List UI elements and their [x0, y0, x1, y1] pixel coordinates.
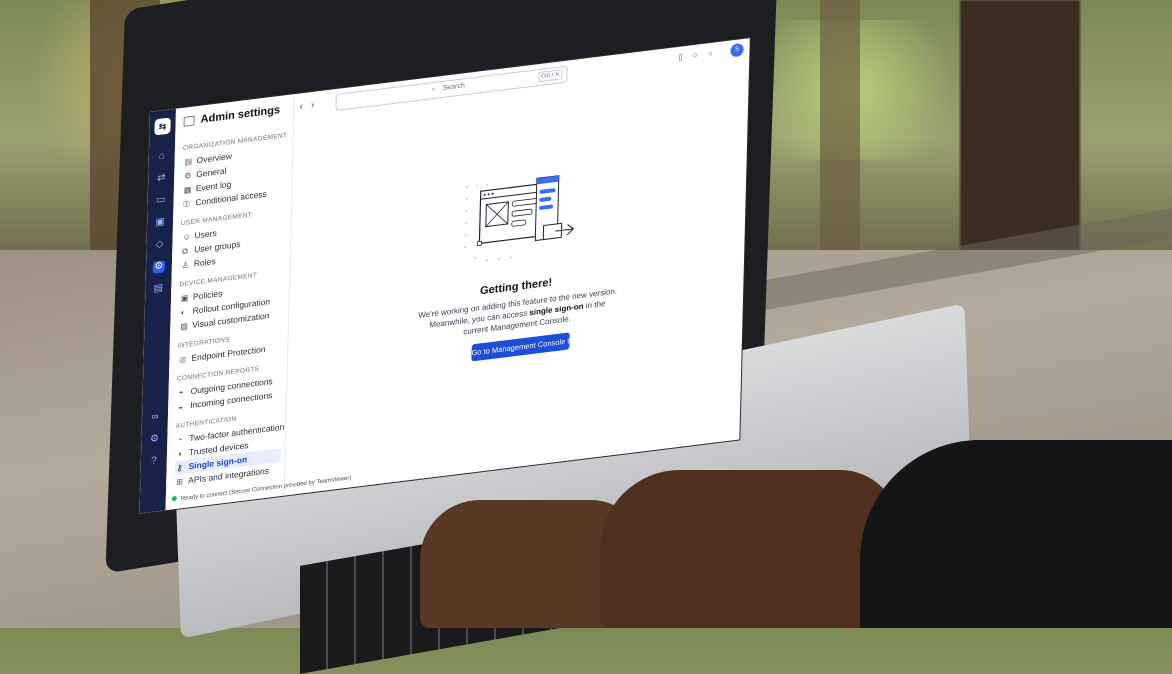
tree-trunk [960, 0, 1080, 250]
forward-arrow-icon[interactable]: › [311, 99, 323, 111]
back-arrow-icon[interactable]: ‹ [299, 100, 311, 112]
admin-sidebar: Admin settings ORGANIZATION MANAGEMENT ▤… [165, 94, 351, 511]
home-icon[interactable]: ⌂ [156, 150, 168, 164]
tag-icon[interactable]: ◇ [153, 238, 165, 252]
roles-icon: ♙ [181, 260, 190, 271]
avatar[interactable]: S [730, 42, 744, 58]
sidebar-toggle-icon[interactable] [183, 115, 195, 127]
document-icon[interactable]: ▯ [678, 51, 693, 62]
api-icon: ⊞ [176, 477, 184, 487]
sleeve [860, 440, 1172, 628]
teamviewer-logo-icon[interactable]: ⇆ [154, 117, 171, 136]
search-shortcut: Ctrl + K [537, 69, 563, 83]
devices-icon[interactable]: ▭ [154, 194, 166, 208]
laptop-screen: ⇆ ⌂ ⇄ ▭ ▣ ◇ ⚙ ▤ ∞ ⚙ ? Admin settings ORG… [139, 38, 750, 514]
incoming-icon: ◒ [178, 402, 184, 412]
admin-nav: ORGANIZATION MANAGEMENT ▤ Overview ⚙ Gener… [174, 123, 289, 489]
tree-trunk [820, 0, 860, 260]
status-dot-icon [171, 495, 177, 502]
main-content: Getting there! We're working on adding t… [283, 64, 749, 496]
reports-icon[interactable]: ▤ [152, 282, 164, 296]
right-hand [600, 470, 900, 628]
settings-icon[interactable]: ⚙ [148, 433, 160, 447]
integrations-icon[interactable]: ∞ [149, 411, 161, 425]
go-to-management-console-button[interactable]: Go to Management Console ⧉ [471, 332, 573, 362]
top-icons: ▯○♁ [678, 47, 723, 62]
getting-there-illustration [464, 175, 575, 262]
palette-icon: ▨ [180, 321, 188, 332]
connect-icon[interactable]: ⇄ [155, 172, 167, 186]
external-link-icon: ⧉ [567, 335, 573, 346]
help-icon[interactable]: ? [148, 455, 160, 469]
page-title: Admin settings [183, 104, 280, 128]
search-icon: ⌕ [431, 85, 436, 94]
access-icon: ⚿ [183, 199, 190, 209]
chat-icon[interactable]: ○ [693, 49, 708, 60]
bell-icon[interactable]: ♁ [707, 47, 723, 58]
history-nav: ‹› [299, 99, 322, 113]
sessions-icon[interactable]: ▣ [154, 216, 166, 230]
shield-icon: ◎ [179, 354, 187, 365]
admin-settings-icon[interactable]: ⚙ [152, 260, 166, 274]
